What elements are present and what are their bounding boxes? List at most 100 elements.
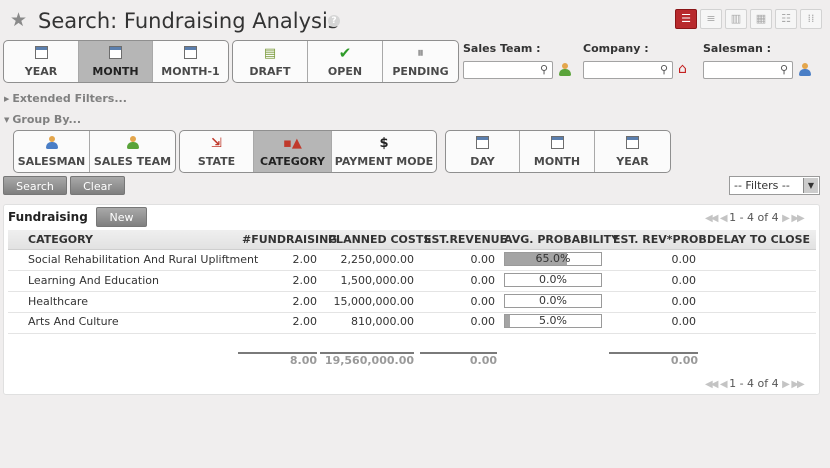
triangle-right-icon: ▶ [4, 95, 10, 103]
total-revenue: 0.00 [469, 354, 497, 367]
new-button[interactable]: New [96, 207, 147, 227]
calendar-icon [476, 136, 489, 149]
row-divider [8, 291, 816, 292]
help-icon[interactable]: ? [328, 15, 340, 27]
filter-draft-button[interactable]: ▤ DRAFT [233, 41, 308, 82]
clear-button[interactable]: Clear [70, 176, 125, 195]
cell-category[interactable]: Learning And Education [28, 274, 159, 287]
cell-planned: 15,000,000.00 [333, 295, 414, 308]
prev-page-icon[interactable]: ◀ [720, 379, 728, 390]
list-view-icon[interactable]: ☰ [675, 9, 697, 29]
search-icon[interactable]: ⚲ [780, 63, 788, 76]
list-title: Fundraising [8, 210, 88, 224]
calendar-icon [626, 136, 639, 149]
col-planned-costs[interactable]: PLANNED COSTS [328, 233, 431, 246]
col-est-rev-prob[interactable]: EST. REV*PROB. [613, 233, 711, 246]
last-page-icon[interactable]: ▶▶ [791, 213, 804, 224]
cell-revenue: 0.00 [470, 315, 496, 328]
dollar-icon: $ [379, 136, 389, 151]
cell-count: 2.00 [292, 274, 318, 287]
triangle-down-icon: ▼ [4, 116, 10, 124]
graph-view-icon[interactable]: ▥ [725, 9, 747, 29]
group-by-payment-mode-button[interactable]: $ PAYMENT MODE [332, 131, 436, 172]
cell-category[interactable]: Arts And Culture [28, 315, 119, 328]
calendar-icon [550, 136, 564, 149]
group-by-month-button[interactable]: MONTH [520, 131, 595, 172]
col-est-revenue[interactable]: EST.REVENUE [424, 233, 507, 246]
next-page-icon[interactable]: ▶ [782, 213, 790, 224]
group-by-period: DAY MONTH YEAR [445, 130, 671, 173]
salesman-label: Salesman : [703, 42, 772, 55]
calendar-icon [109, 46, 122, 59]
user-icon [45, 136, 58, 150]
search-icon[interactable]: ⚲ [660, 63, 668, 76]
group-by-day-button[interactable]: DAY [446, 131, 520, 172]
group-by-toggle[interactable]: ▼ Group By... [4, 113, 81, 126]
cell-planned: 810,000.00 [351, 315, 414, 328]
date-filter-group: YEAR MONTH MONTH-1 [3, 40, 229, 83]
document-icon: ▤ [263, 46, 277, 61]
prev-page-icon[interactable]: ◀ [720, 213, 728, 224]
checkmark-icon: ✔ [338, 44, 352, 62]
cell-rev-prob: 0.00 [671, 274, 697, 287]
next-page-icon[interactable]: ▶ [782, 379, 790, 390]
group-by-year-button[interactable]: YEAR [595, 131, 670, 172]
filter-year-button[interactable]: YEAR [4, 41, 79, 82]
col-avg-probability[interactable]: AVG. PROBABILITY [504, 233, 619, 246]
last-page-icon[interactable]: ▶▶ [791, 379, 804, 390]
group-by-salesman-button[interactable]: SALESMAN [14, 131, 90, 172]
dropdown-arrow-icon: ▼ [803, 178, 818, 193]
calendar-icon [34, 46, 48, 59]
search-icon[interactable]: ⚲ [540, 63, 548, 76]
filter-month-1-button[interactable]: MONTH-1 [153, 41, 228, 82]
page-title: Search: Fundraising Analysis [38, 9, 339, 33]
probability-bar: 0.0% [504, 273, 602, 287]
workflow-icon: ⇲ [211, 136, 222, 151]
filter-month-button[interactable]: MONTH [79, 41, 153, 82]
cell-planned: 2,250,000.00 [340, 253, 414, 266]
state-filter-group: ▤ DRAFT ✔ OPEN ⏸ PENDING [232, 40, 459, 83]
form-view-icon[interactable]: ≡ [700, 9, 722, 29]
group-by-people: SALESMAN SALES TEAM [13, 130, 176, 173]
cell-revenue: 0.00 [470, 295, 496, 308]
calendar-view-icon[interactable]: ▦ [750, 9, 772, 29]
row-divider [8, 312, 816, 313]
group-by-state-button[interactable]: ⇲ STATE [180, 131, 254, 172]
search-button[interactable]: Search [3, 176, 67, 195]
filters-select[interactable]: -- Filters -- ▼ [729, 176, 820, 195]
home-icon[interactable]: ⌂ [678, 61, 687, 77]
filter-pending-button[interactable]: ⏸ PENDING [383, 41, 458, 82]
total-planned: 19,560,000.00 [324, 354, 414, 367]
favorite-star-icon[interactable]: ★ [10, 10, 27, 30]
filter-open-button[interactable]: ✔ OPEN [308, 41, 383, 82]
user-icon[interactable] [798, 63, 811, 80]
col-delay-to-close[interactable]: DELAY TO CLOSE [707, 233, 810, 246]
extended-filters-toggle[interactable]: ▶ Extended Filters... [4, 92, 127, 105]
user-icon[interactable] [558, 63, 571, 80]
pause-icon: ⏸ [417, 46, 424, 61]
cell-category[interactable]: Social Rehabilitation And Rural Upliftme… [28, 253, 258, 266]
cell-category[interactable]: Healthcare [28, 295, 88, 308]
row-divider [8, 333, 816, 334]
company-label: Company : [583, 42, 649, 55]
first-page-icon[interactable]: ◀◀ [705, 379, 718, 390]
calendar-icon [184, 46, 197, 59]
pager-bottom: ◀◀ ◀ 1 - 4 of 4 ▶ ▶▶ [705, 377, 805, 390]
group-by-sales-team-button[interactable]: SALES TEAM [90, 131, 175, 172]
cell-count: 2.00 [292, 295, 318, 308]
cell-count: 2.00 [292, 253, 318, 266]
shapes-icon: ▪▲ [283, 136, 302, 151]
col-category[interactable]: CATEGORY [28, 233, 93, 246]
probability-bar: 65.0% [504, 252, 602, 266]
cell-planned: 1,500,000.00 [340, 274, 414, 287]
kanban-view-icon[interactable]: ⁞⁞ [800, 9, 822, 29]
gantt-view-icon[interactable]: ☷ [775, 9, 797, 29]
total-rev-prob: 0.00 [670, 354, 698, 367]
group-by-category-button[interactable]: ▪▲ CATEGORY [254, 131, 332, 172]
pager-top: ◀◀ ◀ 1 - 4 of 4 ▶ ▶▶ [705, 211, 805, 224]
sales-team-label: Sales Team : [463, 42, 541, 55]
cell-count: 2.00 [292, 315, 318, 328]
cell-revenue: 0.00 [470, 253, 496, 266]
col-fundraising-count[interactable]: #FUNDRAISING [242, 233, 337, 246]
first-page-icon[interactable]: ◀◀ [705, 213, 718, 224]
